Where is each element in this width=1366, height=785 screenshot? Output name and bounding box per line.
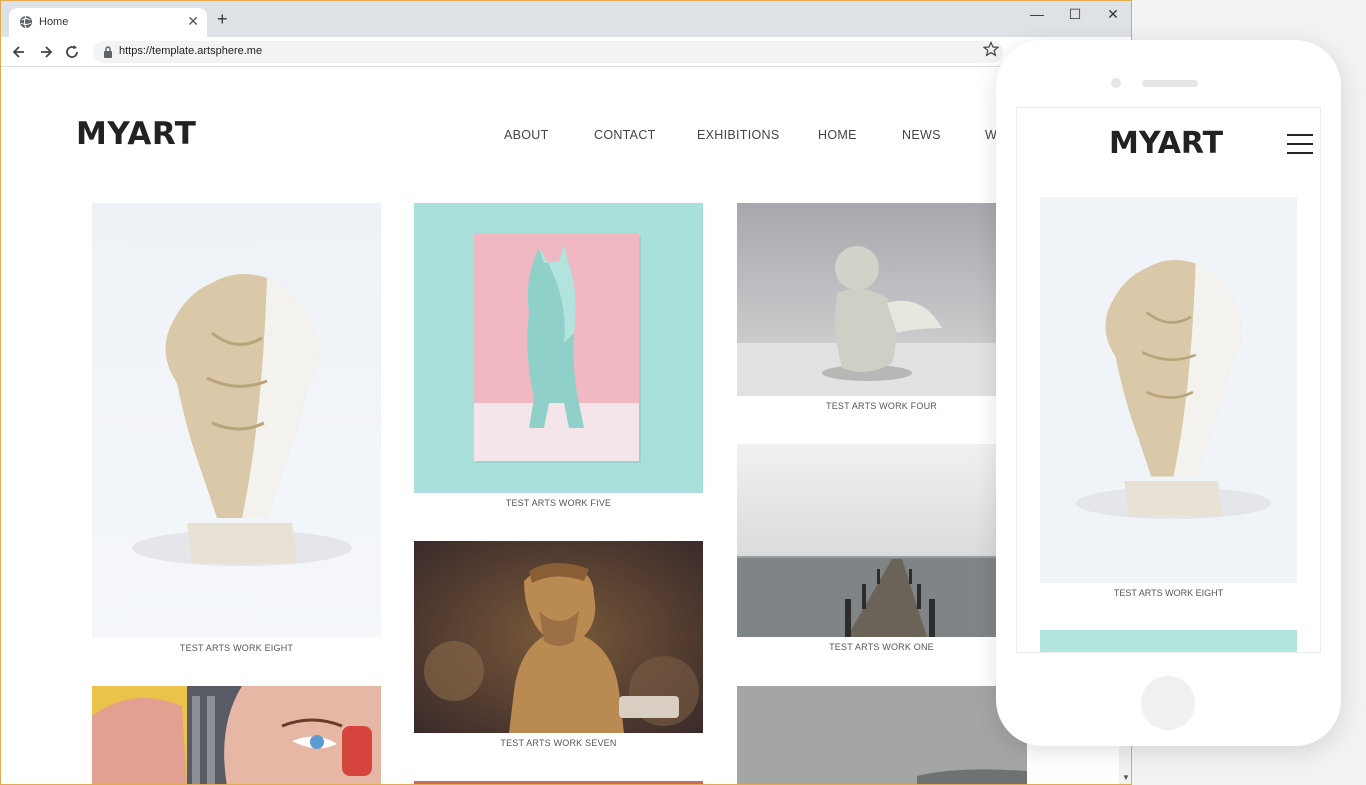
close-tab-icon[interactable]: ✕ (187, 13, 199, 29)
address-bar[interactable]: https://template.artsphere.me (93, 41, 1003, 63)
nav-exhibitions[interactable]: EXHIBITIONS (697, 128, 779, 142)
browser-window: Home ✕ + — ☐ ✕ https://template.artspher… (0, 0, 1132, 785)
nav-contact[interactable]: CONTACT (594, 128, 656, 142)
mobile-artwork-caption: TEST ARTS WORK EIGHT (1113, 588, 1224, 598)
mobile-torso-sculpture-image (1040, 197, 1297, 583)
back-arrow-icon[interactable] (9, 42, 29, 62)
artwork-one-caption: TEST ARTS WORK ONE (829, 642, 934, 652)
artwork-next-image[interactable] (414, 781, 703, 784)
artwork-five-image[interactable] (414, 203, 703, 493)
globe-icon (20, 15, 32, 29)
phone-speaker (1142, 80, 1198, 87)
torso-sculpture-image (92, 203, 381, 638)
pier-lake-image (737, 444, 999, 637)
mobile-site-logo[interactable]: MYART (1109, 126, 1223, 161)
artwork-popart-image[interactable] (92, 686, 381, 784)
phone-camera (1111, 78, 1121, 88)
web-page: MYART ABOUT CONTACT EXHIBITIONS HOME NEW… (1, 68, 1119, 784)
url-text: https://template.artsphere.me (119, 45, 263, 57)
foggy-landscape-image (737, 686, 1027, 784)
artwork-eight-caption: TEST ARTS WORK EIGHT (179, 643, 294, 653)
artwork-five-caption: TEST ARTS WORK FIVE (505, 498, 612, 508)
phone-home-button (1141, 676, 1195, 730)
popart-face-image (92, 686, 381, 784)
tab-title: Home (39, 16, 69, 28)
maximize-button[interactable]: ☐ (1056, 5, 1094, 23)
forward-arrow-icon[interactable] (36, 42, 56, 62)
wood-carving-image (414, 541, 703, 733)
hamburger-menu-icon[interactable] (1287, 134, 1313, 154)
artwork-eight-image[interactable] (92, 203, 381, 638)
tab-home[interactable]: Home ✕ (9, 8, 207, 37)
bookmark-star-icon[interactable] (983, 41, 999, 57)
site-logo[interactable]: MYART (76, 116, 196, 152)
artwork-seven-caption: TEST ARTS WORK SEVEN (500, 738, 617, 748)
artwork-four-image[interactable] (737, 203, 999, 396)
nav-home[interactable]: HOME (818, 128, 857, 142)
nav-about[interactable]: ABOUT (504, 128, 549, 142)
cherub-statue-image (737, 203, 999, 396)
artwork-four-caption: TEST ARTS WORK FOUR (826, 401, 937, 411)
artwork-seven-image[interactable] (414, 541, 703, 733)
mobile-artwork-eight-image[interactable] (1040, 197, 1297, 583)
cat-figurine-image (414, 203, 703, 493)
scroll-down-icon[interactable]: ▼ (1122, 773, 1130, 782)
minimize-button[interactable]: — (1018, 5, 1056, 23)
browser-toolbar: https://template.artsphere.me (1, 37, 1131, 67)
artwork-one-image[interactable] (737, 444, 999, 637)
phone-screen: MYART TEST ARTS WORK EIGHT (1016, 107, 1321, 653)
phone-mockup: MYART TEST ARTS WORK EIGHT (996, 40, 1341, 746)
mobile-next-artwork-image[interactable] (1040, 630, 1297, 652)
lock-icon (104, 46, 112, 58)
reload-icon[interactable] (62, 42, 82, 62)
nav-news[interactable]: NEWS (902, 128, 941, 142)
new-tab-button[interactable]: + (217, 10, 228, 28)
tab-strip: Home ✕ + — ☐ ✕ (1, 1, 1131, 37)
close-window-button[interactable]: ✕ (1094, 5, 1131, 23)
artwork-fog-image[interactable] (737, 686, 1027, 784)
